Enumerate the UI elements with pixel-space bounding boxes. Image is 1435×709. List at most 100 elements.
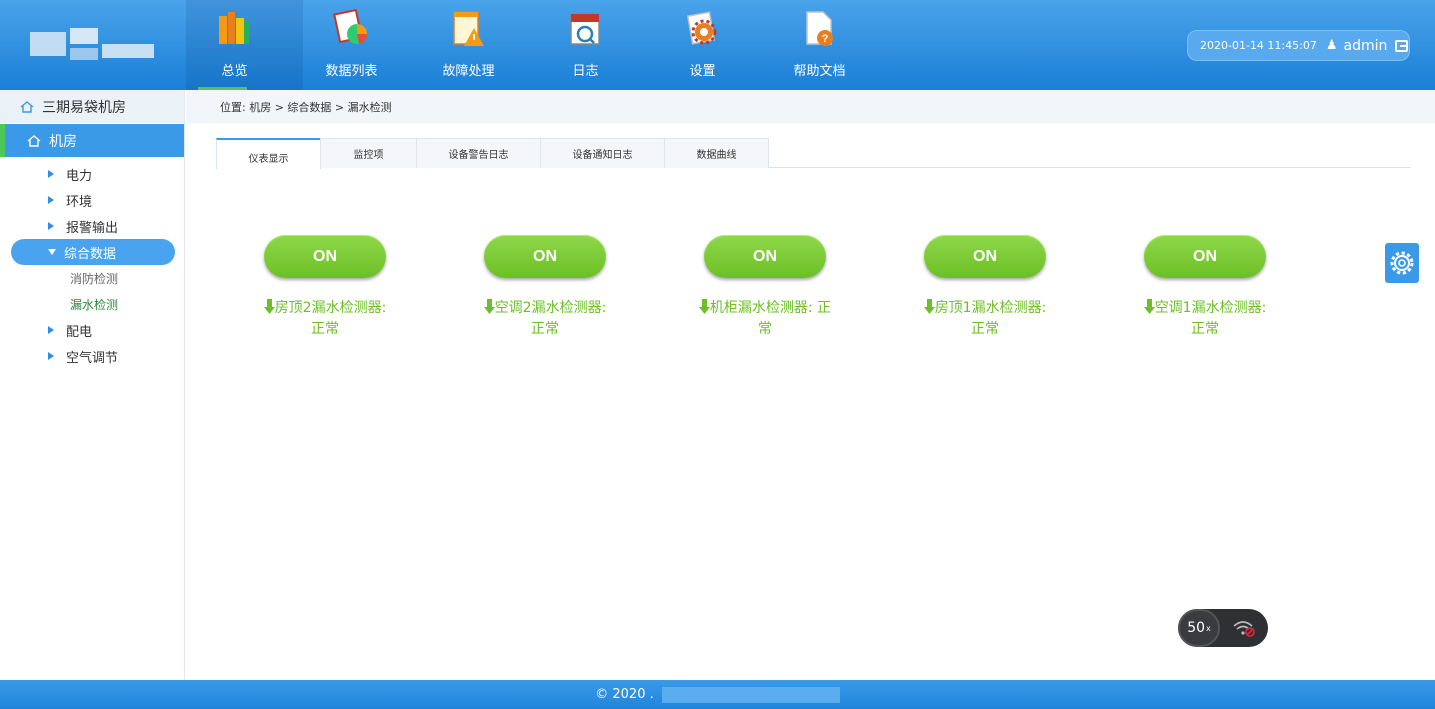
datetime-text: 2020-01-14 11:45:07	[1200, 39, 1317, 52]
tree-item-label: 报警输出	[66, 220, 119, 236]
meter-label: 机柜漏水检测器: 正常	[670, 298, 860, 340]
nav-fault-handling[interactable]: 故障处理	[420, 0, 537, 90]
down-arrow-icon	[483, 299, 495, 314]
logout-icon[interactable]	[1395, 39, 1409, 52]
nav-label: 设置	[689, 64, 716, 79]
speed-indicator: 50 x	[1178, 609, 1220, 647]
tree-item-label: 环境	[66, 194, 93, 210]
nav-label: 帮助文档	[793, 64, 846, 79]
nav-log[interactable]: 日志	[537, 0, 654, 90]
nav-data-list[interactable]: 数据列表	[303, 0, 420, 90]
meter-name: 空调2漏水检测器:	[494, 300, 607, 316]
page-footer: © 2020 .	[0, 680, 1435, 709]
tab-data-curve[interactable]: 数据曲线	[664, 138, 769, 168]
on-toggle-button[interactable]: ON	[484, 235, 606, 278]
gear-icon	[1390, 251, 1414, 275]
warning-notepad-icon	[453, 11, 484, 46]
meter-name: 机柜漏水检测器: 正	[709, 300, 832, 316]
tree-item-alarm-output[interactable]: 报警输出	[0, 213, 184, 239]
home-icon	[20, 100, 34, 113]
on-toggle-button[interactable]: ON	[264, 235, 386, 278]
help-document-icon: ?	[806, 11, 833, 46]
down-arrow-icon	[698, 299, 710, 314]
username-text[interactable]: admin	[1343, 38, 1387, 54]
meter-label: 空调1漏水检测器: 正常	[1110, 298, 1300, 340]
expand-arrow-icon	[48, 352, 54, 360]
site-selector[interactable]: 三期易袋机房	[0, 90, 184, 123]
tree-item-environment[interactable]: 环境	[0, 187, 184, 213]
tree-item-power-distribution[interactable]: 配电	[0, 317, 184, 343]
site-name: 三期易袋机房	[42, 99, 126, 116]
breadcrumb: 位置: 机房 > 综合数据 > 漏水检测	[186, 90, 1435, 123]
meter-card: ON 机柜漏水检测器: 正常	[670, 235, 860, 340]
tab-monitor-items[interactable]: 监控项	[320, 138, 417, 168]
copyright-text: © 2020 .	[595, 687, 654, 702]
meter-status: 正常	[531, 321, 559, 337]
nav-label: 故障处理	[442, 64, 495, 79]
tab-gauge-display[interactable]: 仪表显示	[216, 138, 321, 169]
meter-status: 正常	[1191, 321, 1219, 337]
tree-root-label: 机房	[49, 133, 77, 150]
tree-item-label: 电力	[66, 168, 93, 184]
tree-subitem-label: 消防检测	[70, 271, 119, 286]
meter-card: ON 房顶1漏水检测器: 正常	[890, 235, 1080, 340]
svg-text:?: ?	[822, 33, 829, 45]
settings-float-button[interactable]	[1385, 243, 1419, 283]
tree-root[interactable]: 机房	[0, 124, 184, 157]
on-toggle-button[interactable]: ON	[924, 235, 1046, 278]
chart-document-icon	[333, 8, 368, 44]
collapse-arrow-icon	[48, 249, 56, 255]
books-icon	[219, 12, 249, 44]
meter-name: 房顶1漏水检测器:	[934, 300, 1047, 316]
meter-name: 房顶2漏水检测器:	[274, 300, 387, 316]
wifi-off-icon	[1233, 621, 1255, 637]
meter-card: ON 空调2漏水检测器: 正常	[450, 235, 640, 340]
expand-arrow-icon	[48, 326, 54, 334]
expand-arrow-icon	[48, 196, 54, 204]
nav-label: 总览	[221, 64, 248, 79]
tree-item-air-conditioning[interactable]: 空气调节	[0, 343, 184, 369]
network-speed-widget[interactable]: 50 x	[1178, 609, 1268, 647]
tab-device-notice-log[interactable]: 设备通知日志	[540, 138, 665, 168]
expand-arrow-icon	[48, 222, 54, 230]
tree-item-label: 空气调节	[66, 350, 119, 366]
device-tree: 电力 环境 报警输出 综合数据 消防检测 漏水检测 配电 空气调节	[0, 157, 184, 369]
user-icon: ♟	[1325, 38, 1338, 53]
on-toggle-button[interactable]: ON	[1144, 235, 1266, 278]
tree-item-integrated-data[interactable]: 综合数据	[11, 239, 175, 265]
nav-label: 日志	[572, 64, 599, 79]
nav-label: 数据列表	[325, 64, 378, 79]
meter-label: 房顶1漏水检测器: 正常	[890, 298, 1080, 340]
redacted-company-name	[661, 686, 840, 703]
calendar-icon	[570, 13, 600, 45]
tree-subitem-leak-detection[interactable]: 漏水检测	[0, 291, 184, 317]
speed-value: 50	[1187, 620, 1206, 636]
meter-card: ON 空调1漏水检测器: 正常	[1110, 235, 1300, 340]
nav-settings[interactable]: 设置	[654, 0, 771, 90]
meter-label: 空调2漏水检测器: 正常	[450, 298, 640, 340]
down-arrow-icon	[1143, 299, 1155, 314]
meter-card: ON 房顶2漏水检测器: 正常	[230, 235, 420, 340]
meter-label: 房顶2漏水检测器: 正常	[230, 298, 420, 340]
on-toggle-button[interactable]: ON	[704, 235, 826, 278]
tab-device-warning-log[interactable]: 设备警告日志	[416, 138, 541, 168]
gear-document-icon	[686, 11, 717, 45]
meter-status: 正常	[971, 321, 999, 337]
home-icon	[27, 134, 41, 147]
top-header: 总览 数据列表 故障处理 日志 设置 ? 帮助文档 2020-01-14 11:…	[0, 0, 1435, 90]
nav-help-docs[interactable]: ? 帮助文档	[771, 0, 888, 90]
down-arrow-icon	[923, 299, 935, 314]
user-info-bar: 2020-01-14 11:45:07 ♟ admin	[1187, 30, 1410, 61]
main-nav: 总览 数据列表 故障处理 日志 设置 ? 帮助文档	[186, 0, 888, 90]
speed-unit: x	[1206, 623, 1211, 633]
tab-bar: 仪表显示 监控项 设备警告日志 设备通知日志 数据曲线	[216, 138, 1411, 169]
tree-item-power[interactable]: 电力	[0, 161, 184, 187]
tree-subitem-fire-detection[interactable]: 消防检测	[0, 265, 184, 291]
tree-item-label: 配电	[66, 324, 93, 340]
brand-logo	[30, 26, 155, 64]
down-arrow-icon	[263, 299, 275, 314]
tree-subitem-label: 漏水检测	[70, 297, 119, 312]
left-sidebar: 三期易袋机房 机房 电力 环境 报警输出 综合数据 消防检测 漏水检测 配电 空…	[0, 90, 185, 680]
expand-arrow-icon	[48, 170, 54, 178]
nav-overview[interactable]: 总览	[186, 0, 303, 90]
